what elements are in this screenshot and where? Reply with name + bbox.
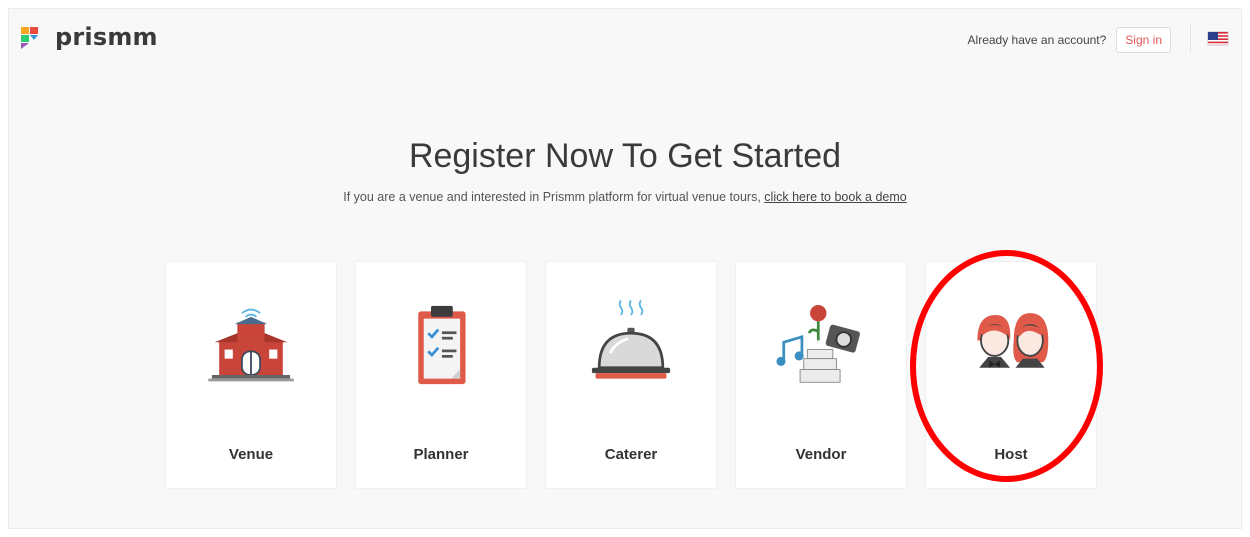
logo-text: prismm xyxy=(55,23,158,51)
account-prompt: Already have an account? xyxy=(967,33,1107,47)
hosts-couple-icon xyxy=(956,290,1066,400)
logo[interactable]: prismm xyxy=(19,23,158,51)
role-card-vendor[interactable]: Vendor xyxy=(735,261,907,489)
role-cards: Venue Planner Caterer Vendor Host xyxy=(165,261,1097,489)
book-demo-link[interactable]: click here to book a demo xyxy=(764,190,906,204)
venue-building-icon xyxy=(196,290,306,400)
card-label-venue: Venue xyxy=(228,446,274,463)
header-divider xyxy=(1190,23,1191,53)
card-label-caterer: Caterer xyxy=(604,446,658,463)
page-title: Register Now To Get Started xyxy=(408,137,842,175)
role-card-caterer[interactable]: Caterer xyxy=(545,261,717,489)
vendor-icon xyxy=(766,290,876,400)
role-card-planner[interactable]: Planner xyxy=(355,261,527,489)
us-flag-icon[interactable] xyxy=(1207,31,1229,46)
subtitle-text: If you are a venue and interested in Pri… xyxy=(343,190,765,204)
account-area: Already have an account? Sign in xyxy=(968,27,1171,53)
clipboard-checklist-icon xyxy=(386,290,496,400)
header: prismm Already have an account? Sign in xyxy=(9,9,1241,71)
cloche-icon xyxy=(576,290,686,400)
role-card-host[interactable]: Host xyxy=(925,261,1097,489)
card-label-host: Host xyxy=(994,446,1028,463)
card-label-planner: Planner xyxy=(413,446,469,463)
prismm-logo-icon xyxy=(21,27,38,49)
role-card-venue[interactable]: Venue xyxy=(165,261,337,489)
card-label-vendor: Vendor xyxy=(795,446,847,463)
page-frame: prismm Already have an account? Sign in … xyxy=(8,8,1242,529)
page-subtitle: If you are a venue and interested in Pri… xyxy=(9,190,1241,204)
sign-in-button[interactable]: Sign in xyxy=(1116,27,1171,53)
